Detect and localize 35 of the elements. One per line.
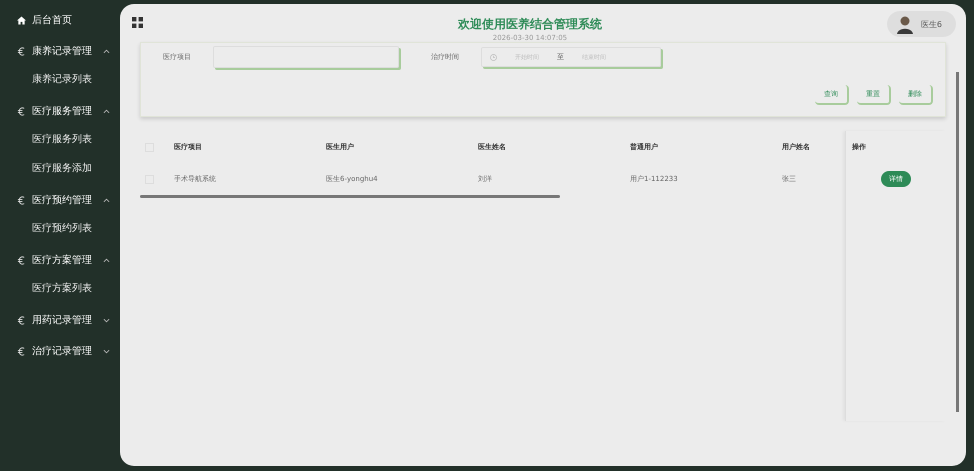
menu-label: 医疗方案管理 (32, 254, 93, 267)
menu-label: 康养记录管理 (32, 44, 93, 58)
sidebar-item[interactable]: 后台首页 (0, 8, 120, 32)
menu-label: 医疗服务管理 (32, 104, 93, 118)
menu-label: 后台首页 (32, 14, 73, 27)
input-field[interactable] (213, 46, 399, 68)
euro-icon (17, 256, 26, 264)
sidebar-item[interactable]: 用药记录管理 (0, 308, 120, 332)
grid-icon[interactable] (132, 17, 143, 28)
submenu-item[interactable]: 医疗服务添加 (0, 157, 120, 181)
scrollbar-thumb[interactable] (140, 195, 560, 198)
submenu-item[interactable]: 医疗服务列表 (0, 128, 120, 152)
submenu-item[interactable]: 医疗方案列表 (0, 277, 120, 301)
avatar-icon (894, 14, 915, 34)
euro-icon (17, 316, 26, 324)
menu-label: 治疗记录管理 (32, 344, 93, 358)
menu-label: 用药记录管理 (32, 314, 93, 327)
euro-icon (17, 106, 26, 116)
sidebar-item[interactable]: 医疗方案管理 (0, 248, 120, 272)
menu-label: 医疗预约管理 (32, 194, 93, 207)
euro-icon (17, 346, 26, 356)
home-icon (17, 16, 26, 24)
euro-icon (17, 196, 26, 204)
user-pill[interactable]: 医生6 (886, 11, 956, 37)
app-title: 欢迎使用医养结合管理系统 (456, 16, 603, 33)
submenu-item[interactable]: 康养记录列表 (0, 68, 120, 92)
sidebar-item[interactable]: 医疗预约管理 (0, 188, 120, 212)
submenu-item[interactable]: 医疗预约列表 (0, 217, 120, 241)
clock-icon (490, 54, 497, 60)
euro-icon (17, 46, 26, 56)
scrollbar-thumb[interactable] (956, 72, 959, 412)
sidebar-item[interactable]: 治疗记录管理 (0, 339, 120, 363)
sidebar-item[interactable]: 康养记录管理 (0, 39, 120, 63)
user-name: 医生6 (920, 18, 942, 30)
sidebar-item[interactable]: 医疗服务管理 (0, 99, 120, 123)
